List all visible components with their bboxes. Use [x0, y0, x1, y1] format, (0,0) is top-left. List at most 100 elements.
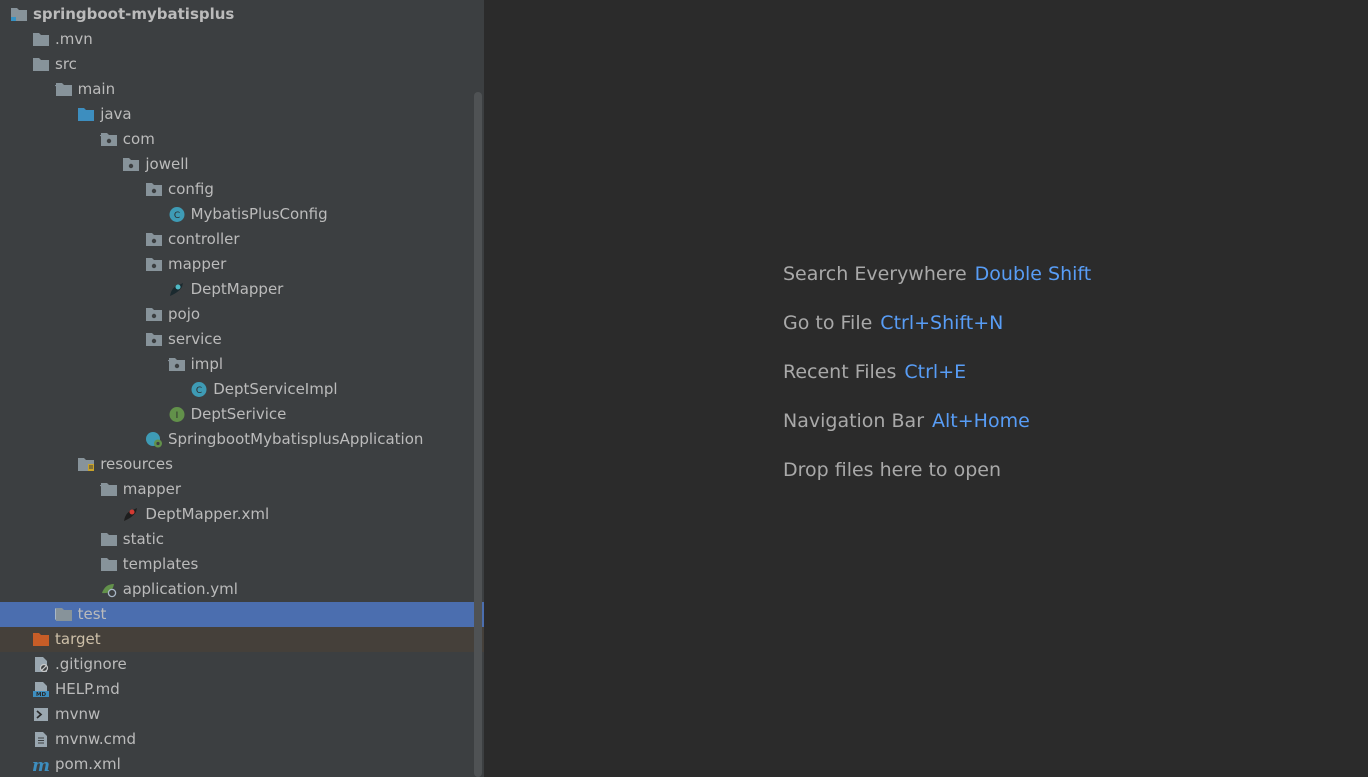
tree-item-label: SpringbootMybatisplusApplication: [168, 430, 424, 448]
tree-item-label: HELP.md: [55, 680, 120, 698]
tree-row[interactable]: MD HELP.md: [0, 677, 484, 702]
tree-row[interactable]: DeptMapper: [0, 277, 484, 302]
svg-text:m: m: [32, 756, 50, 773]
tree-row[interactable]: target: [0, 627, 484, 652]
markdown-file-icon: MD: [32, 681, 50, 698]
tree-row[interactable]: templates: [0, 552, 484, 577]
tree-row[interactable]: mapper: [0, 477, 484, 502]
source-folder-icon: [77, 106, 95, 123]
tree-item-label: application.yml: [122, 580, 238, 598]
tree-row[interactable]: application.yml: [0, 577, 484, 602]
editor-hint: Search Everywhere Double Shift: [783, 259, 1091, 289]
tree-row[interactable]: service: [0, 327, 484, 352]
tree-item-label: DeptServiceImpl: [213, 380, 338, 398]
tree-row[interactable]: C MybatisPlusConfig: [0, 202, 484, 227]
folder-icon: [100, 556, 118, 573]
panel-divider[interactable]: [484, 0, 486, 777]
tree-item-label: main: [77, 80, 116, 98]
tree-row[interactable]: src: [0, 52, 484, 77]
folder-icon: [32, 31, 50, 48]
tree-row[interactable]: SpringbootMybatisplusApplication: [0, 427, 484, 452]
tree-row[interactable]: resources: [0, 452, 484, 477]
tree-row[interactable]: .gitignore: [0, 652, 484, 677]
maven-icon: m: [32, 756, 50, 776]
tree-item-label: config: [168, 180, 214, 198]
mybatis-xml-icon: [122, 506, 140, 523]
vertical-scrollbar[interactable]: [472, 92, 484, 777]
package-icon: [145, 181, 163, 198]
folder-icon: [55, 606, 73, 623]
tree-item-label: target: [55, 630, 101, 648]
tree-item-label: springboot-mybatisplus: [33, 5, 235, 23]
tree-item-label: jowell: [145, 155, 189, 173]
tree-row[interactable]: C DeptServiceImpl: [0, 377, 484, 402]
tree-row[interactable]: mvnw: [0, 702, 484, 727]
tree-row[interactable]: main: [0, 77, 484, 102]
tree-item-label: test: [77, 605, 107, 623]
tree-row[interactable]: static: [0, 527, 484, 552]
tree-item-label: mvnw: [55, 705, 101, 723]
shell-script-icon: [32, 706, 50, 723]
hint-shortcut: Ctrl+E: [904, 361, 967, 383]
package-icon: [145, 231, 163, 248]
module-folder-icon: [10, 6, 28, 23]
tree-item-label: mvnw.cmd: [55, 730, 137, 748]
tree-item-label: resources: [100, 455, 173, 473]
hint-shortcut: Ctrl+Shift+N: [880, 312, 1004, 334]
tree-row[interactable]: impl: [0, 352, 484, 377]
tree-row[interactable]: mapper: [0, 252, 484, 277]
java-class-icon: C: [190, 381, 208, 398]
hint-label: Go to File: [783, 312, 873, 334]
tree-item-label: mapper: [122, 480, 182, 498]
tree-row[interactable]: pojo: [0, 302, 484, 327]
ignore-file-icon: [32, 656, 50, 673]
tree-row[interactable]: jowell: [0, 152, 484, 177]
package-icon: [168, 356, 186, 373]
svg-text:C: C: [173, 211, 179, 221]
spring-config-icon: [100, 581, 118, 598]
folder-icon: [100, 531, 118, 548]
tree-row[interactable]: .mvn: [0, 27, 484, 52]
tree-row[interactable]: config: [0, 177, 484, 202]
tree-item-label: pom.xml: [55, 755, 121, 773]
tree-row[interactable]: com: [0, 127, 484, 152]
folder-icon: [100, 481, 118, 498]
package-icon: [122, 156, 140, 173]
svg-text:C: C: [196, 386, 202, 396]
folder-icon: [55, 81, 73, 98]
tree-item-label: MybatisPlusConfig: [190, 205, 328, 223]
resources-folder-icon: [77, 456, 95, 473]
editor-hint: Recent Files Ctrl+E: [783, 357, 966, 387]
folder-icon: [32, 56, 50, 73]
tree-item-label: DeptSerivice: [190, 405, 287, 423]
package-icon: [145, 306, 163, 323]
spring-boot-class-icon: [145, 431, 163, 448]
tree-row[interactable]: controller: [0, 227, 484, 252]
tree-item-label: src: [55, 55, 77, 73]
tree-row[interactable]: springboot-mybatisplus: [0, 2, 484, 27]
tree-row[interactable]: java: [0, 102, 484, 127]
package-icon: [145, 256, 163, 273]
scrollbar-thumb[interactable]: [474, 92, 482, 777]
tree-row[interactable]: test: [0, 602, 484, 627]
hint-shortcut: Double Shift: [974, 263, 1092, 285]
tree-item-label: com: [122, 130, 155, 148]
hint-label: Navigation Bar: [783, 410, 925, 432]
mybatis-mapper-icon: [168, 281, 186, 298]
tree-item-label: .gitignore: [55, 655, 127, 673]
excluded-folder-icon: [32, 631, 50, 648]
tree-row[interactable]: DeptMapper.xml: [0, 502, 484, 527]
tree-item-label: DeptMapper.xml: [145, 505, 270, 523]
java-interface-icon: I: [168, 406, 186, 423]
tree-item-label: templates: [122, 555, 199, 573]
hint-label: Recent Files: [783, 361, 897, 383]
tree-item-label: pojo: [168, 305, 201, 323]
tree-row[interactable]: I DeptSerivice: [0, 402, 484, 427]
tree-row[interactable]: m pom.xml: [0, 752, 484, 777]
tree-row[interactable]: mvnw.cmd: [0, 727, 484, 752]
tree-item-label: java: [100, 105, 132, 123]
svg-text:I: I: [175, 411, 178, 421]
tree-item-label: DeptMapper: [190, 280, 284, 298]
java-class-icon: C: [168, 206, 186, 223]
tree-item-label: service: [168, 330, 222, 348]
